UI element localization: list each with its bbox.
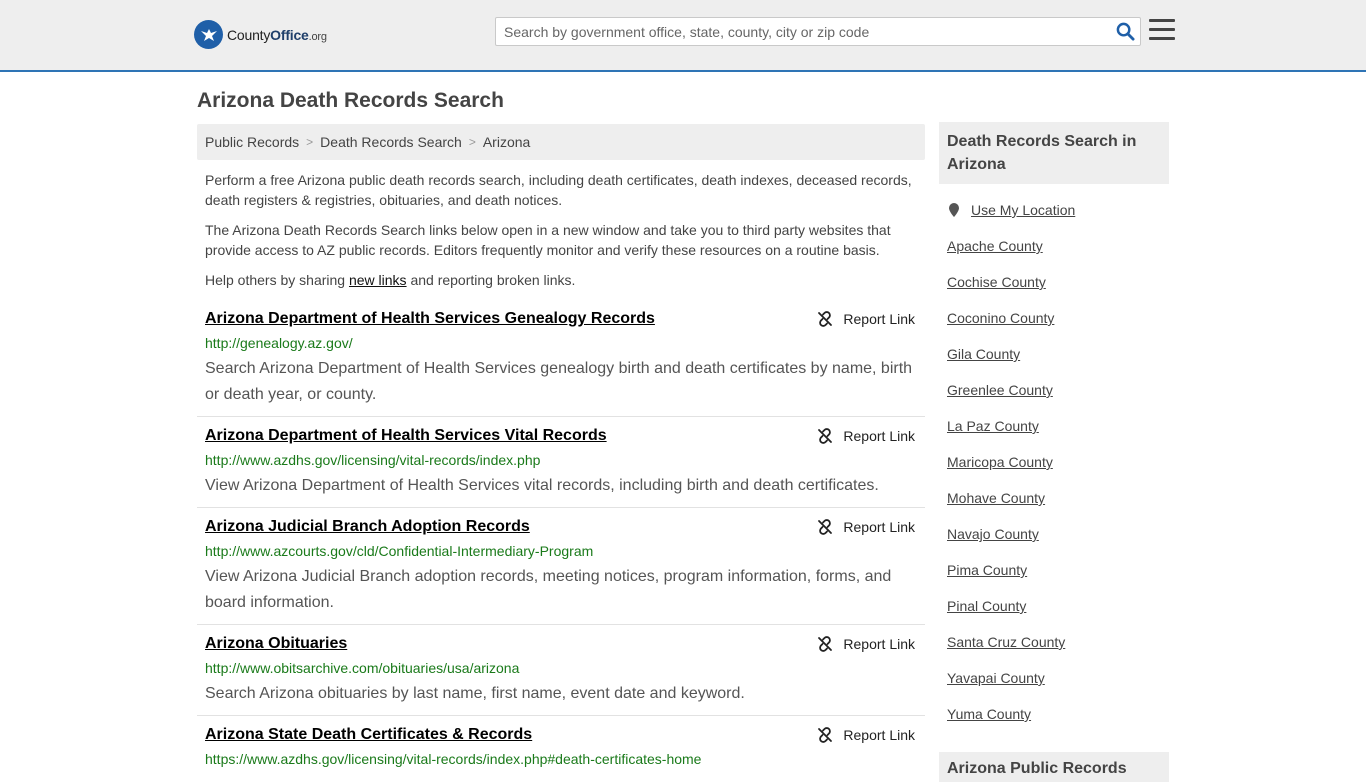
report-link-button[interactable]: Report Link: [817, 636, 915, 652]
report-link-button[interactable]: Report Link: [817, 727, 915, 743]
search-box: [495, 17, 1141, 46]
broken-link-icon: [818, 519, 833, 535]
result-description: View Arizona Department of Health Servic…: [205, 477, 879, 494]
sidebar-title-public-records: Arizona Public Records: [939, 752, 1169, 782]
report-link-label: Report Link: [843, 428, 915, 444]
logo-wordmark: CountyOffice.org: [227, 26, 327, 43]
county-link-yuma[interactable]: Yuma County: [947, 706, 1031, 722]
breadcrumb: Public Records > Death Records Search > …: [197, 124, 925, 160]
result-url: http://www.azcourts.gov/cld/Confidential…: [205, 543, 594, 559]
result-url: http://genealogy.az.gov/: [205, 335, 353, 351]
breadcrumb-death-records-search[interactable]: Death Records Search: [320, 134, 462, 150]
intro-paragraph-1: Perform a free Arizona public death reco…: [205, 172, 912, 208]
result-item: Arizona Obituaries Report Link http://ww…: [197, 635, 925, 716]
breadcrumb-public-records[interactable]: Public Records: [205, 134, 299, 150]
report-link-label: Report Link: [843, 311, 915, 327]
hamburger-menu-icon[interactable]: [1149, 19, 1175, 43]
breadcrumb-current: Arizona: [482, 134, 531, 150]
county-link-yavapai[interactable]: Yavapai County: [947, 670, 1045, 686]
county-link-santa-cruz[interactable]: Santa Cruz County: [947, 634, 1065, 650]
intro-paragraph-2: The Arizona Death Records Search links b…: [205, 222, 891, 258]
result-url: http://www.obitsarchive.com/obituaries/u…: [205, 660, 520, 676]
result-item: Arizona Department of Health Services Ge…: [197, 310, 925, 417]
result-item: Arizona Department of Health Services Vi…: [197, 427, 925, 508]
intro-paragraph-3: Help others by sharing new links and rep…: [205, 272, 576, 288]
broken-link-icon: [818, 636, 833, 652]
broken-link-icon: [818, 311, 833, 327]
result-item: Arizona Judicial Branch Adoption Records…: [197, 518, 925, 625]
broken-link-icon: [818, 727, 833, 743]
report-link-button[interactable]: Report Link: [817, 519, 915, 535]
breadcrumb-separator: >: [306, 135, 314, 149]
map-pin-icon: [949, 203, 959, 217]
result-url: http://www.azdhs.gov/licensing/vital-rec…: [205, 452, 541, 468]
result-title-link[interactable]: Arizona Department of Health Services Ge…: [205, 310, 655, 328]
county-link-cochise[interactable]: Cochise County: [947, 274, 1046, 290]
county-link-pinal[interactable]: Pinal County: [947, 598, 1026, 614]
page-title: Arizona Death Records Search: [197, 89, 504, 112]
report-link-button[interactable]: Report Link: [817, 428, 915, 444]
result-description: Search Arizona obituaries by last name, …: [205, 685, 745, 702]
result-title-link[interactable]: Arizona Obituaries: [205, 635, 347, 653]
result-description: Search Arizona Department of Health Serv…: [205, 360, 913, 403]
new-links-link[interactable]: new links: [349, 272, 407, 288]
result-title-link[interactable]: Arizona State Death Certificates & Recor…: [205, 726, 532, 744]
report-link-button[interactable]: Report Link: [817, 311, 915, 327]
county-link-apache[interactable]: Apache County: [947, 238, 1043, 254]
county-link-la-paz[interactable]: La Paz County: [947, 418, 1039, 434]
broken-link-icon: [818, 428, 833, 444]
result-description: View Arizona Judicial Branch adoption re…: [205, 568, 892, 611]
county-link-coconino[interactable]: Coconino County: [947, 310, 1054, 326]
report-link-label: Report Link: [843, 636, 915, 652]
report-link-label: Report Link: [843, 727, 915, 743]
report-link-label: Report Link: [843, 519, 915, 535]
site-header: CountyOffice.org: [0, 0, 1366, 72]
sidebar-title: Death Records Search in Arizona: [939, 122, 1169, 184]
county-link-greenlee[interactable]: Greenlee County: [947, 382, 1053, 398]
county-link-pima[interactable]: Pima County: [947, 562, 1027, 578]
result-item: Arizona State Death Certificates & Recor…: [197, 726, 925, 768]
county-link-gila[interactable]: Gila County: [947, 346, 1020, 362]
use-my-location-link[interactable]: Use My Location: [971, 202, 1075, 218]
county-link-navajo[interactable]: Navajo County: [947, 526, 1039, 542]
logo-eagle-icon: [194, 20, 223, 49]
result-url: https://www.azdhs.gov/licensing/vital-re…: [205, 751, 702, 767]
result-title-link[interactable]: Arizona Department of Health Services Vi…: [205, 427, 607, 445]
breadcrumb-separator: >: [468, 135, 476, 149]
site-logo[interactable]: CountyOffice.org: [194, 20, 327, 49]
use-location-row: Use My Location: [947, 202, 1075, 218]
search-input[interactable]: [496, 18, 1110, 45]
search-button[interactable]: [1110, 18, 1140, 45]
result-title-link[interactable]: Arizona Judicial Branch Adoption Records: [205, 518, 530, 536]
county-link-maricopa[interactable]: Maricopa County: [947, 454, 1053, 470]
search-icon: [1116, 22, 1135, 41]
county-link-mohave[interactable]: Mohave County: [947, 490, 1045, 506]
